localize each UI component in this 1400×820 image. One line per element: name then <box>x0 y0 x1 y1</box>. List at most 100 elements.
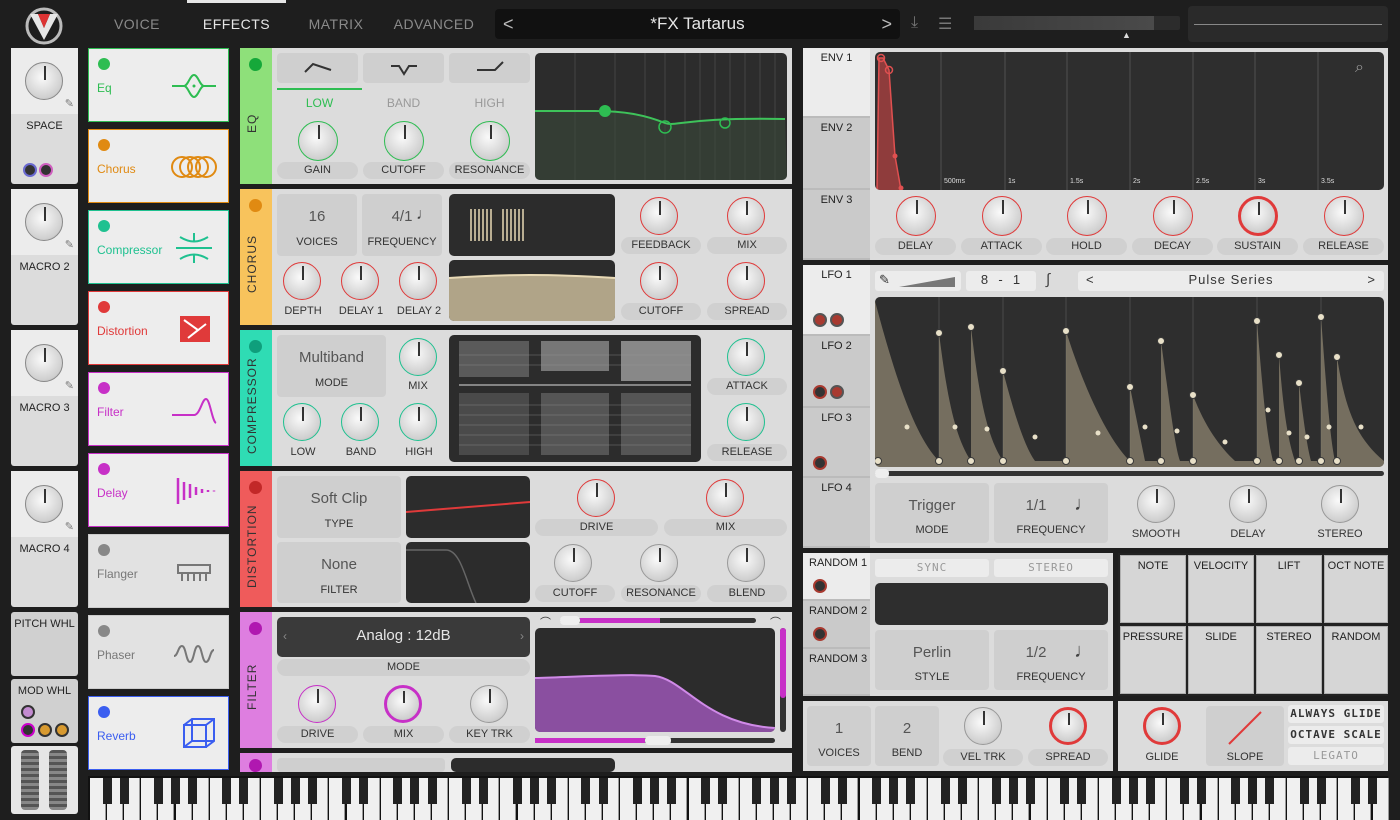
filter-resonance-slider[interactable] <box>780 628 786 732</box>
source-slide[interactable]: SLIDE <box>1188 626 1254 694</box>
env-attack-knob[interactable] <box>982 196 1022 236</box>
black-key[interactable] <box>273 778 283 804</box>
black-key[interactable] <box>598 778 608 804</box>
black-key[interactable] <box>581 778 591 804</box>
black-key[interactable] <box>119 778 129 804</box>
black-key[interactable] <box>153 778 163 804</box>
distortion-resonance-knob[interactable] <box>640 544 678 582</box>
piano-keyboard[interactable] <box>88 776 1389 820</box>
compressor-high-knob[interactable] <box>399 403 437 441</box>
black-key[interactable] <box>1350 778 1360 804</box>
black-key[interactable] <box>1060 778 1070 804</box>
effect-distortion[interactable]: Distortion <box>88 291 229 365</box>
tab-matrix[interactable]: MATRIX <box>287 0 385 46</box>
edit-icon[interactable]: ✎ <box>65 97 74 110</box>
black-key[interactable] <box>427 778 437 804</box>
macro-space[interactable]: ✎ SPACE <box>11 48 78 184</box>
filter-mode-next[interactable]: › <box>520 629 524 643</box>
lfo-shape-next[interactable]: > <box>1367 271 1376 289</box>
black-key[interactable] <box>239 778 249 804</box>
mod-indicator-icon[interactable] <box>813 579 827 593</box>
black-key[interactable] <box>359 778 369 804</box>
black-key[interactable] <box>632 778 642 804</box>
black-key[interactable] <box>1197 778 1206 804</box>
tab-lfo1[interactable]: LFO 1 <box>803 265 870 336</box>
effect-toggle[interactable] <box>98 58 110 70</box>
mod-indicator-icon[interactable] <box>39 163 53 177</box>
edit-icon[interactable]: ✎ <box>65 238 74 251</box>
compressor-toggle[interactable] <box>249 340 262 353</box>
filter-mix-knob[interactable] <box>384 685 422 723</box>
black-key[interactable] <box>701 778 711 804</box>
mod-indicator-icon[interactable] <box>813 456 827 470</box>
tab-env1[interactable]: ENV 1 <box>803 48 870 118</box>
distortion-drive-knob[interactable] <box>577 479 615 517</box>
black-key[interactable] <box>171 778 180 804</box>
black-key[interactable] <box>820 778 830 804</box>
black-key[interactable] <box>1265 778 1275 804</box>
black-key[interactable] <box>1368 778 1377 804</box>
mod-wheel[interactable]: MOD WHL <box>11 679 78 743</box>
eq-lowshelf-button[interactable] <box>277 53 358 83</box>
mod-indicator-icon[interactable] <box>813 627 827 641</box>
eq-highshelf-button[interactable] <box>449 53 530 83</box>
env-sustain-knob[interactable] <box>1238 196 1278 236</box>
black-key[interactable] <box>1145 778 1155 804</box>
vel-trk-knob[interactable] <box>964 707 1002 745</box>
eq-band-button[interactable] <box>363 53 444 83</box>
mod-indicator-icon[interactable] <box>23 163 37 177</box>
source-random[interactable]: RANDOM <box>1324 626 1388 694</box>
effect-reverb[interactable]: Reverb <box>88 696 229 770</box>
effect-flanger[interactable]: Flanger <box>88 534 229 608</box>
macro-3[interactable]: ✎ MACRO 3 <box>11 330 78 466</box>
chorus-mix-knob[interactable] <box>727 197 765 235</box>
effect-delay[interactable]: Delay <box>88 453 229 527</box>
eq-band-high[interactable]: HIGH <box>449 96 530 110</box>
tab-advanced[interactable]: ADVANCED <box>386 0 482 46</box>
black-key[interactable] <box>1008 778 1018 804</box>
effect-eq[interactable]: Eq <box>88 48 229 122</box>
eq-band-band[interactable]: BAND <box>363 96 444 110</box>
tab-voice[interactable]: VOICE <box>88 0 186 46</box>
note-icon[interactable]: ♩ <box>1074 640 1094 663</box>
black-key[interactable] <box>393 778 403 804</box>
random-style-field[interactable]: Perlin STYLE <box>875 630 989 690</box>
black-key[interactable] <box>906 778 916 804</box>
effect-toggle[interactable] <box>98 301 110 313</box>
effect-toggle[interactable] <box>98 625 110 637</box>
black-key[interactable] <box>530 778 540 804</box>
chorus-frequency-field[interactable]: 4/1 FREQUENCY ♩ <box>362 194 442 256</box>
black-key[interactable] <box>769 778 779 804</box>
env-decay-knob[interactable] <box>1153 196 1193 236</box>
tab-lfo4[interactable]: LFO 4 <box>803 478 870 548</box>
filter-cutoff-slider[interactable] <box>535 736 775 745</box>
chorus-toggle[interactable] <box>249 199 262 212</box>
preset-next-button[interactable]: > <box>881 9 892 39</box>
edit-icon[interactable]: ✎ <box>65 520 74 533</box>
effect-toggle[interactable] <box>98 139 110 151</box>
macro-4[interactable]: ✎ MACRO 4 <box>11 471 78 607</box>
pitch-wheel-control[interactable] <box>21 750 39 810</box>
tab-effects[interactable]: EFFECTS <box>187 0 286 46</box>
bend-range-field[interactable]: 2 BEND <box>875 706 939 766</box>
filter-blend-slider[interactable] <box>560 616 756 625</box>
source-velocity[interactable]: VELOCITY <box>1188 555 1254 623</box>
black-key[interactable] <box>666 778 676 804</box>
chorus-delay1-knob[interactable] <box>341 262 379 300</box>
black-key[interactable] <box>1248 778 1258 804</box>
compressor-release-knob[interactable] <box>727 403 765 441</box>
distortion-cutoff-knob[interactable] <box>554 544 592 582</box>
distortion-type-field[interactable]: Soft Clip TYPE <box>277 476 401 538</box>
black-key[interactable] <box>547 778 557 804</box>
preset-selector[interactable]: < *FX Tartarus > <box>495 9 900 39</box>
compressor-low-knob[interactable] <box>283 403 321 441</box>
env-delay-knob[interactable] <box>896 196 936 236</box>
source-lift[interactable]: LIFT <box>1256 555 1322 623</box>
vital-logo-icon[interactable] <box>24 6 64 46</box>
eq-toggle[interactable] <box>249 58 262 71</box>
filter-keytrk-knob[interactable] <box>470 685 508 723</box>
lfo-paint-tool[interactable]: ✎ <box>875 271 961 291</box>
chorus-cutoff-knob[interactable] <box>640 262 678 300</box>
always-glide-toggle[interactable]: ALWAYS GLIDE <box>1288 705 1384 723</box>
macro-2[interactable]: ✎ MACRO 2 <box>11 189 78 325</box>
